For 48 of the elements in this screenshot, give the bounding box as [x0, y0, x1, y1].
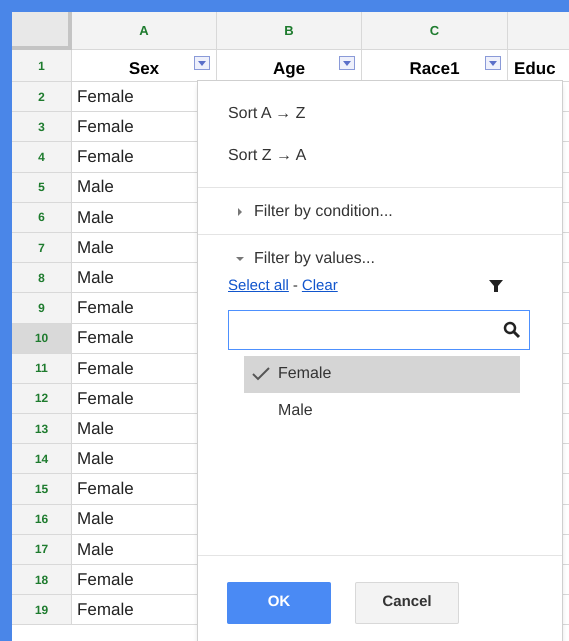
- search-icon: [503, 320, 521, 338]
- separator-text: -: [292, 276, 298, 296]
- ok-button[interactable]: OK: [227, 582, 331, 624]
- row-number[interactable]: 14: [12, 444, 72, 474]
- row-number[interactable]: 16: [12, 504, 72, 535]
- column-header[interactable]: B: [217, 12, 362, 50]
- row-number[interactable]: 2: [12, 82, 72, 112]
- corner-cell: [12, 12, 72, 50]
- row-number[interactable]: 10: [12, 324, 72, 354]
- caret-icon: [198, 60, 206, 66]
- caret-icon: [343, 60, 351, 66]
- caret-right-icon: [236, 208, 244, 216]
- table-cell-text: Educ: [514, 58, 557, 80]
- row-number[interactable]: 13: [12, 414, 72, 444]
- row-number[interactable]: 17: [12, 534, 72, 565]
- search-field[interactable]: [228, 310, 530, 350]
- caret-down-icon: [236, 255, 244, 263]
- row-number[interactable]: 8: [12, 263, 72, 294]
- select-all-link[interactable]: Select all: [228, 275, 289, 298]
- filter-section-toggle[interactable]: Filter by values...: [236, 247, 524, 271]
- row-number[interactable]: 18: [12, 565, 72, 596]
- row-number[interactable]: 11: [12, 354, 72, 384]
- row-number[interactable]: 4: [12, 142, 72, 173]
- row-number[interactable]: 9: [12, 293, 72, 324]
- row-number[interactable]: 15: [12, 474, 72, 505]
- row-number[interactable]: 5: [12, 172, 72, 203]
- filter-dropdown-button[interactable]: [485, 56, 501, 70]
- filter-section-toggle[interactable]: Filter by condition...: [236, 200, 524, 224]
- checkmark-icon: [252, 367, 270, 381]
- row-number[interactable]: 7: [12, 232, 72, 264]
- row-number[interactable]: 19: [12, 595, 72, 626]
- caret-icon: [489, 60, 497, 66]
- table-cell-text: Age: [272, 58, 306, 80]
- row-number[interactable]: 6: [12, 202, 72, 233]
- filter-dropdown-button[interactable]: [194, 56, 210, 70]
- filter-dropdown-button[interactable]: [339, 56, 355, 70]
- table-cell-text: Race1: [408, 58, 461, 80]
- column-header[interactable]: A: [72, 12, 217, 50]
- filter-icon: [488, 278, 504, 294]
- clear-link[interactable]: Clear: [302, 275, 338, 298]
- table-cell-text: Sex: [128, 58, 160, 80]
- row-number[interactable]: 3: [12, 112, 72, 142]
- value-option[interactable]: Male: [244, 392, 520, 430]
- row-number[interactable]: 12: [12, 384, 72, 414]
- value-option[interactable]: Female: [244, 356, 520, 392]
- column-header[interactable]: C: [362, 12, 508, 50]
- cancel-button[interactable]: Cancel: [355, 582, 459, 624]
- row-number[interactable]: 1: [12, 50, 72, 82]
